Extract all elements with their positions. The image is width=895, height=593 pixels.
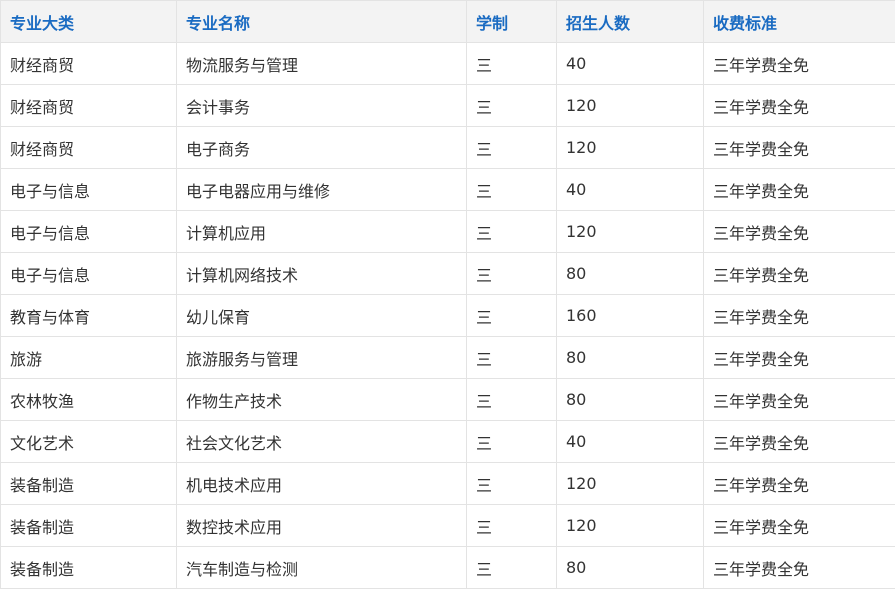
table-row: 农林牧渔 作物生产技术三 80 三年学费全免	[0, 378, 895, 421]
cell-enrollment: 120	[556, 126, 704, 169]
cell-enrollment: 120	[556, 84, 704, 127]
header-fee: 收费标准	[703, 0, 895, 43]
header-major-name: 专业名称	[176, 0, 467, 43]
cell-duration: 三	[466, 462, 557, 505]
cell-enrollment: 80	[556, 336, 704, 379]
cell-duration: 三	[466, 42, 557, 85]
header-enrollment: 招生人数	[556, 0, 704, 43]
cell-duration: 三	[466, 420, 557, 463]
cell-category: 电子与信息	[0, 210, 177, 253]
table-row: 财经商贸 会计事务三 120 三年学费全免	[0, 84, 895, 127]
cell-fee: 三年学费全免	[703, 294, 895, 337]
cell-fee: 三年学费全免	[703, 504, 895, 547]
cell-fee: 三年学费全免	[703, 420, 895, 463]
header-category: 专业大类	[0, 0, 177, 43]
cell-major-name: 计算机网络技术	[176, 252, 467, 295]
cell-enrollment: 120	[556, 504, 704, 547]
cell-fee: 三年学费全免	[703, 126, 895, 169]
cell-enrollment: 40	[556, 420, 704, 463]
cell-major-name: 物流服务与管理	[176, 42, 467, 85]
table-row: 装备制造 机电技术应用三 120 三年学费全免	[0, 462, 895, 505]
cell-fee: 三年学费全免	[703, 210, 895, 253]
cell-category: 装备制造	[0, 462, 177, 505]
table-header: 专业大类 专业名称 学制 招生人数 收费标准	[0, 0, 895, 43]
cell-enrollment: 80	[556, 378, 704, 421]
cell-major-name: 汽车制造与检测	[176, 546, 467, 589]
table-row: 财经商贸 物流服务与管理三 40 三年学费全免	[0, 42, 895, 85]
cell-duration: 三	[466, 84, 557, 127]
cell-enrollment: 80	[556, 546, 704, 589]
cell-major-name: 电子商务	[176, 126, 467, 169]
table-row: 装备制造 数控技术应用三 120 三年学费全免	[0, 504, 895, 547]
cell-duration: 三	[466, 336, 557, 379]
header-duration: 学制	[466, 0, 557, 43]
cell-fee: 三年学费全免	[703, 84, 895, 127]
table-row: 装备制造 汽车制造与检测三 80 三年学费全免	[0, 546, 895, 589]
cell-duration: 三	[466, 504, 557, 547]
cell-category: 装备制造	[0, 546, 177, 589]
cell-major-name: 数控技术应用	[176, 504, 467, 547]
cell-category: 财经商贸	[0, 84, 177, 127]
cell-enrollment: 40	[556, 42, 704, 85]
cell-category: 电子与信息	[0, 252, 177, 295]
table-row: 财经商贸 电子商务三 120 三年学费全免	[0, 126, 895, 169]
cell-duration: 三	[466, 252, 557, 295]
cell-major-name: 电子电器应用与维修	[176, 168, 467, 211]
cell-enrollment: 80	[556, 252, 704, 295]
cell-major-name: 作物生产技术	[176, 378, 467, 421]
cell-major-name: 计算机应用	[176, 210, 467, 253]
cell-duration: 三	[466, 546, 557, 589]
cell-category: 装备制造	[0, 504, 177, 547]
cell-fee: 三年学费全免	[703, 42, 895, 85]
cell-enrollment: 120	[556, 462, 704, 505]
cell-fee: 三年学费全免	[703, 462, 895, 505]
table-row: 文化艺术 社会文化艺术三 40 三年学费全免	[0, 420, 895, 463]
cell-category: 文化艺术	[0, 420, 177, 463]
header-row: 专业大类 专业名称 学制 招生人数 收费标准	[0, 0, 895, 43]
cell-enrollment: 40	[556, 168, 704, 211]
cell-duration: 三	[466, 210, 557, 253]
cell-category: 财经商贸	[0, 126, 177, 169]
cell-category: 电子与信息	[0, 168, 177, 211]
table-row: 电子与信息 电子电器应用与维修三 40 三年学费全免	[0, 168, 895, 211]
cell-category: 财经商贸	[0, 42, 177, 85]
cell-duration: 三	[466, 168, 557, 211]
cell-category: 旅游	[0, 336, 177, 379]
cell-enrollment: 120	[556, 210, 704, 253]
cell-major-name: 会计事务	[176, 84, 467, 127]
table-body: 财经商贸 物流服务与管理三 40 三年学费全免 财经商贸 会计事务三 120 三年学费全免 财经…	[0, 42, 895, 589]
cell-fee: 三年学费全免	[703, 168, 895, 211]
cell-major-name: 机电技术应用	[176, 462, 467, 505]
cell-enrollment: 160	[556, 294, 704, 337]
cell-category: 农林牧渔	[0, 378, 177, 421]
cell-fee: 三年学费全免	[703, 378, 895, 421]
cell-major-name: 幼儿保育	[176, 294, 467, 337]
table-row: 电子与信息 计算机网络技术三 80 三年学费全免	[0, 252, 895, 295]
cell-duration: 三	[466, 126, 557, 169]
cell-fee: 三年学费全免	[703, 252, 895, 295]
cell-duration: 三	[466, 294, 557, 337]
table-row: 旅游 旅游服务与管理三 80 三年学费全免	[0, 336, 895, 379]
enrollment-table: 专业大类 专业名称 学制 招生人数 收费标准 财经商贸 物流服务与管理三 40 三年学…	[0, 0, 895, 589]
cell-major-name: 旅游服务与管理	[176, 336, 467, 379]
table-row: 电子与信息 计算机应用三 120 三年学费全免	[0, 210, 895, 253]
cell-category: 教育与体育	[0, 294, 177, 337]
cell-duration: 三	[466, 378, 557, 421]
cell-fee: 三年学费全免	[703, 336, 895, 379]
cell-fee: 三年学费全免	[703, 546, 895, 589]
cell-major-name: 社会文化艺术	[176, 420, 467, 463]
table-row: 教育与体育 幼儿保育三 160 三年学费全免	[0, 294, 895, 337]
